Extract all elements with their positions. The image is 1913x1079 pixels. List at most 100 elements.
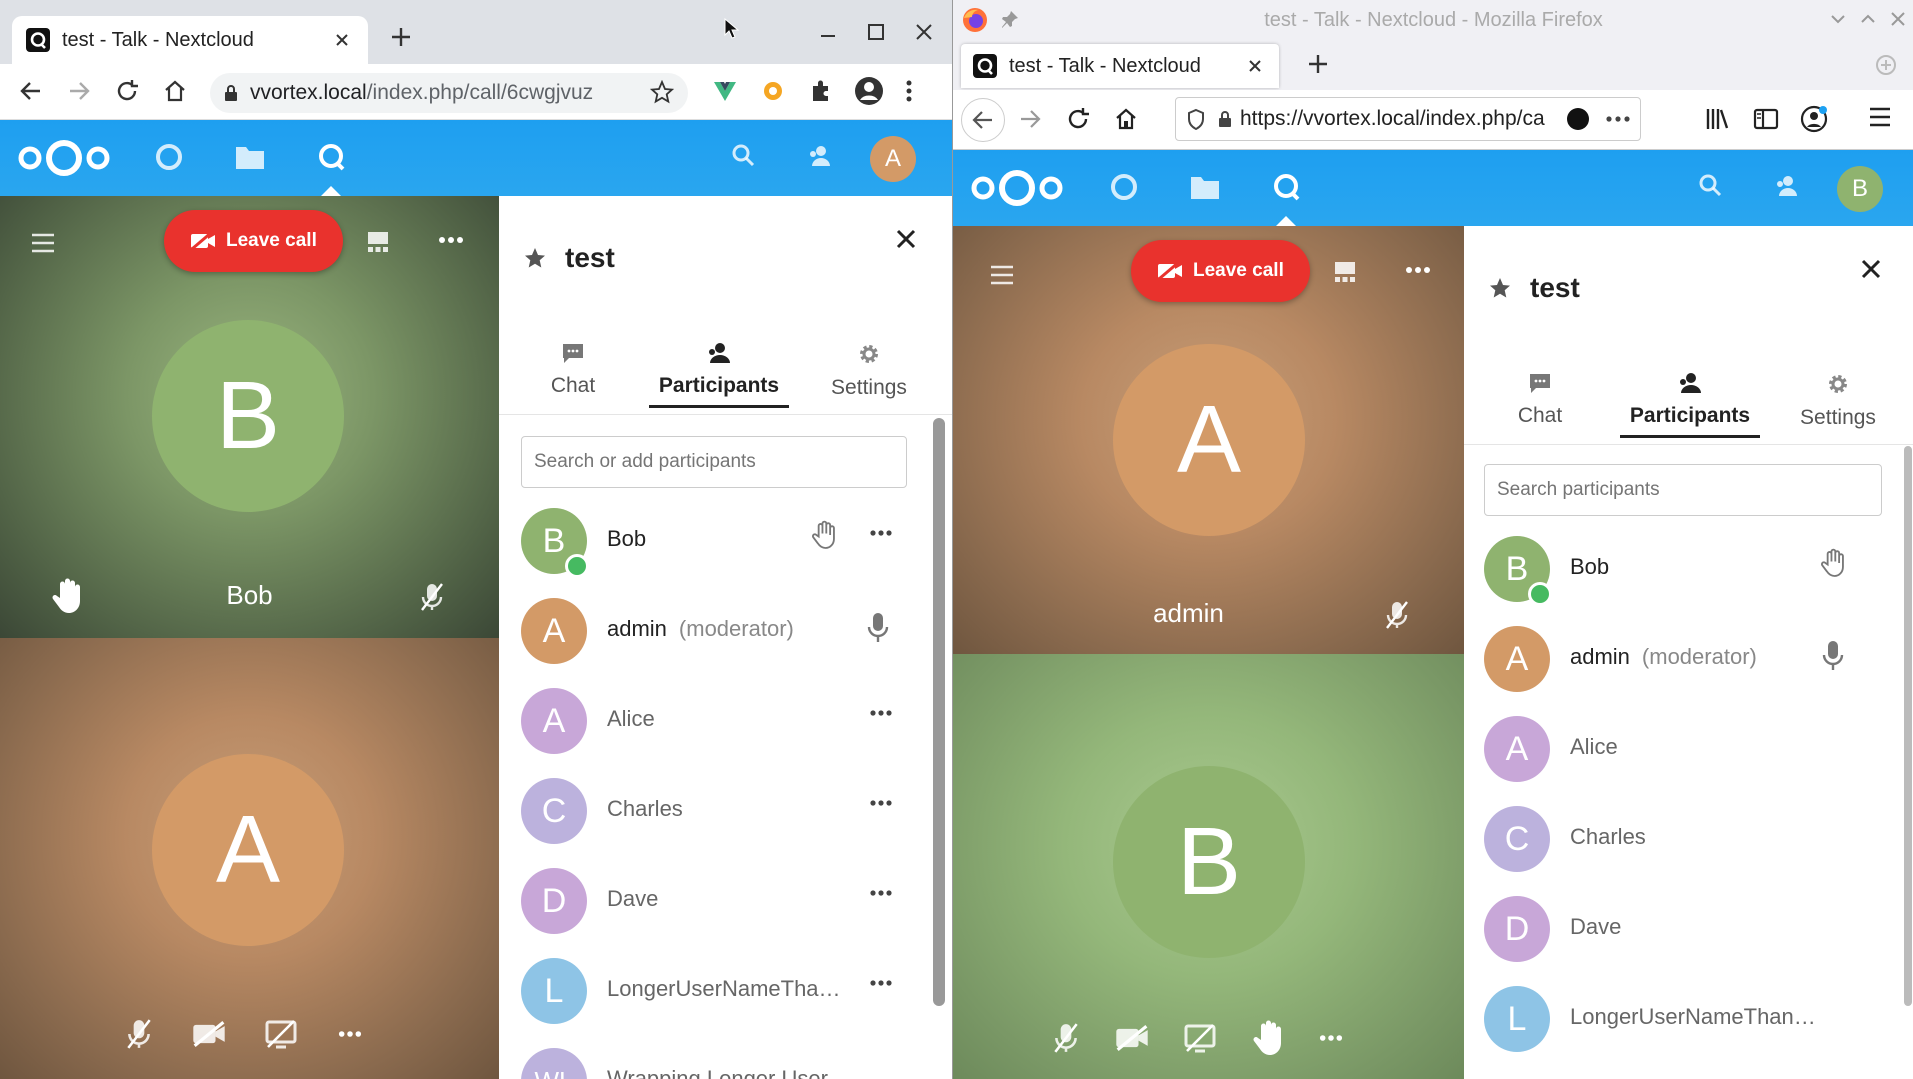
hamburger-menu-icon[interactable] (30, 232, 56, 254)
dashboard-icon[interactable] (1109, 172, 1139, 202)
raised-hand-icon (1820, 548, 1846, 578)
grid-view-icon[interactable] (366, 230, 390, 254)
bookmark-star-icon[interactable] (650, 80, 674, 104)
search-participants-input[interactable] (1484, 464, 1882, 516)
participant-row[interactable]: WL Wrapping Longer User (499, 1036, 952, 1079)
close-sidebar-icon[interactable] (1860, 258, 1882, 280)
user-avatar[interactable]: A (870, 136, 916, 182)
extension-gear-icon[interactable] (760, 78, 786, 104)
tab-settings[interactable]: Settings (1768, 372, 1908, 430)
participant-row[interactable]: L LongerUserNameTha… (499, 946, 952, 1036)
camera-off-icon[interactable] (1115, 1024, 1149, 1052)
screen-share-off-icon[interactable] (264, 1019, 298, 1049)
address-bar[interactable]: https://vvortex.local/index.php/ca (1175, 97, 1641, 141)
home-icon[interactable] (162, 78, 188, 104)
menu-kebab-icon[interactable] (904, 78, 914, 104)
files-folder-icon[interactable] (234, 142, 266, 172)
favorite-star-icon[interactable] (523, 246, 547, 270)
reload-icon[interactable] (1065, 106, 1091, 132)
participant-row[interactable]: A admin (moderator) (1464, 614, 1913, 704)
favorite-star-icon[interactable] (1488, 276, 1512, 300)
new-tab-plus-icon[interactable] (390, 26, 412, 48)
participant-row[interactable]: A Alice (1464, 704, 1913, 794)
participants-icon (707, 342, 731, 364)
more-options-icon[interactable] (338, 1030, 362, 1038)
page-actions-icon[interactable] (1606, 116, 1630, 122)
search-icon[interactable] (730, 142, 756, 168)
forward-arrow-icon[interactable] (66, 78, 92, 104)
more-options-icon[interactable] (438, 236, 464, 244)
close-sidebar-icon[interactable] (895, 228, 917, 250)
mic-off-icon[interactable] (124, 1018, 154, 1050)
search-participants-input[interactable] (521, 436, 907, 488)
mic-off-icon[interactable] (1051, 1022, 1081, 1054)
close-tab-icon[interactable] (1243, 54, 1267, 78)
maximize-icon[interactable] (866, 22, 886, 42)
hamburger-menu-icon[interactable] (1867, 106, 1893, 128)
talk-icon[interactable] (316, 142, 348, 174)
participant-row[interactable]: A admin (moderator) (499, 586, 952, 676)
participant-row[interactable]: D Dave (1464, 884, 1913, 974)
participant-row[interactable]: B Bob (499, 496, 952, 586)
camera-off-icon[interactable] (192, 1020, 226, 1048)
leave-call-button[interactable]: Leave call (1131, 240, 1310, 302)
nextcloud-logo-icon[interactable] (16, 136, 112, 180)
vue-devtools-icon[interactable] (712, 78, 738, 104)
close-window-icon[interactable] (914, 22, 934, 42)
tab-settings[interactable]: Settings (799, 342, 939, 400)
screen-share-off-icon[interactable] (1183, 1023, 1217, 1053)
hamburger-menu-icon[interactable] (989, 264, 1015, 286)
back-arrow-icon[interactable] (18, 78, 44, 104)
participant-row[interactable]: A Alice (499, 676, 952, 766)
nextcloud-logo-icon[interactable] (969, 166, 1065, 210)
tab-chat[interactable]: Chat (503, 342, 643, 398)
participant-menu-icon[interactable] (870, 980, 892, 986)
home-icon[interactable] (1113, 106, 1139, 132)
contacts-icon[interactable] (1773, 172, 1801, 200)
talk-icon[interactable] (1271, 172, 1303, 204)
raise-hand-icon[interactable] (1251, 1020, 1285, 1056)
search-icon[interactable] (1697, 172, 1723, 198)
profile-icon[interactable] (854, 76, 884, 106)
more-options-icon[interactable] (1405, 266, 1431, 274)
chevron-down-icon[interactable] (1829, 10, 1847, 28)
browser-tab[interactable]: test - Talk - Nextcloud (961, 44, 1279, 88)
more-options-icon[interactable] (1319, 1034, 1343, 1042)
participant-row[interactable]: D Dave (499, 856, 952, 946)
participant-row[interactable]: B Bob (1464, 524, 1913, 614)
sidebar-toggle-icon[interactable] (1753, 106, 1779, 132)
address-bar[interactable]: vvortex.local/index.php/call/6cwgjvuz (210, 73, 688, 113)
tab-chat[interactable]: Chat (1470, 372, 1610, 428)
close-tab-icon[interactable] (330, 28, 354, 52)
participant-row[interactable]: C Charles (499, 766, 952, 856)
files-folder-icon[interactable] (1189, 172, 1221, 202)
participant-avatar: A (1113, 344, 1305, 536)
close-window-icon[interactable] (1889, 10, 1907, 28)
dashboard-icon[interactable] (154, 142, 184, 172)
participant-menu-icon[interactable] (870, 710, 892, 716)
forward-arrow-icon[interactable] (1017, 106, 1043, 132)
browser-tab[interactable]: test - Talk - Nextcloud (12, 16, 368, 64)
library-icon[interactable] (1705, 106, 1731, 132)
leave-call-button[interactable]: Leave call (164, 210, 343, 272)
tab-participants[interactable]: Participants (1620, 372, 1760, 438)
participant-row[interactable]: C Charles (1464, 794, 1913, 884)
participant-menu-icon[interactable] (870, 530, 892, 536)
minimize-icon[interactable] (818, 22, 838, 42)
participant-row[interactable]: L LongerUserNameThan… (1464, 974, 1913, 1064)
account-icon[interactable] (1799, 104, 1829, 134)
tab-participants[interactable]: Participants (649, 342, 789, 408)
grid-view-icon[interactable] (1333, 260, 1357, 284)
reload-icon[interactable] (114, 78, 140, 104)
extension-badge-icon[interactable] (1566, 107, 1590, 131)
participant-menu-icon[interactable] (870, 800, 892, 806)
user-avatar[interactable]: B (1837, 166, 1883, 212)
contacts-icon[interactable] (806, 142, 834, 170)
firefox-view-icon[interactable] (1875, 54, 1897, 76)
participant-menu-icon[interactable] (870, 890, 892, 896)
new-tab-plus-icon[interactable] (1307, 53, 1329, 75)
pin-icon[interactable] (1001, 10, 1019, 28)
extensions-puzzle-icon[interactable] (808, 78, 834, 104)
chevron-up-icon[interactable] (1859, 10, 1877, 28)
back-arrow-icon[interactable] (961, 98, 1005, 142)
